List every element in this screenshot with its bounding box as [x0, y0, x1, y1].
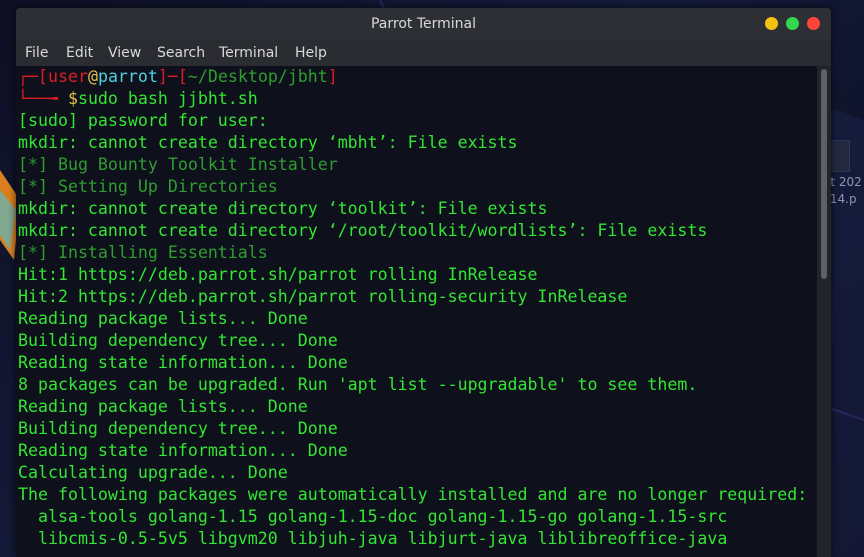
output-line: [*] Installing Essentials	[18, 243, 268, 262]
prompt-user: user	[47, 67, 88, 86]
output-line: [sudo] password for user:	[18, 111, 268, 130]
prompt-line: ┌─[user@parrot]─[~/Desktop/jbht]	[18, 67, 338, 86]
output-line: The following packages were automaticall…	[18, 485, 808, 504]
output-line: mkdir: cannot create directory ‘/root/to…	[18, 221, 708, 240]
terminal-output-area[interactable]: ┌─[user@parrot]─[~/Desktop/jbht] └──╼ $s…	[16, 66, 831, 557]
menu-file[interactable]: File	[25, 40, 48, 66]
menu-terminal[interactable]: Terminal	[219, 40, 278, 66]
menu-search[interactable]: Search	[157, 40, 205, 66]
output-line: Reading package lists... Done	[18, 309, 308, 328]
scrollbar-thumb[interactable]	[821, 69, 827, 279]
command-line: └──╼ $sudo bash jjbht.sh	[18, 89, 258, 108]
output-line: Hit:2 https://deb.parrot.sh/parrot rolli…	[18, 287, 628, 306]
output-line: Calculating upgrade... Done	[18, 463, 288, 482]
menu-help[interactable]: Help	[295, 40, 327, 66]
window-title: Parrot Terminal	[370, 16, 477, 32]
prompt-host: parrot	[97, 67, 158, 86]
output-line: 8 packages can be upgraded. Run 'apt lis…	[18, 375, 698, 394]
menu-bar: File Edit View Search Terminal Help	[16, 40, 831, 66]
maximize-button[interactable]	[786, 17, 799, 30]
output-line: Reading state information... Done	[18, 353, 348, 372]
output-line: [*] Bug Bounty Toolkit Installer	[18, 155, 338, 174]
output-line: Hit:1 https://deb.parrot.sh/parrot rolli…	[18, 265, 538, 284]
output-line: mkdir: cannot create directory ‘toolkit’…	[18, 199, 548, 218]
output-line: Building dependency tree... Done	[18, 331, 338, 350]
prompt-at: @	[87, 67, 98, 86]
output-line: Reading package lists... Done	[18, 397, 308, 416]
title-bar[interactable]: Parrot Terminal	[16, 8, 831, 40]
command-text: sudo bash jjbht.sh	[77, 89, 258, 108]
menu-view[interactable]: View	[108, 40, 141, 66]
output-line: [*] Setting Up Directories	[18, 177, 278, 196]
menu-edit[interactable]: Edit	[66, 40, 93, 66]
output-line: alsa-tools golang-1.15 golang-1.15-doc g…	[18, 507, 728, 526]
output-line: Reading state information... Done	[18, 441, 348, 460]
minimize-button[interactable]	[765, 17, 778, 30]
prompt-path: ~/Desktop/jbht	[187, 67, 328, 86]
output-line: libcmis-0.5-5v5 libgvm20 libjuh-java lib…	[18, 529, 728, 548]
scrollbar[interactable]	[817, 66, 831, 557]
output-line: mkdir: cannot create directory ‘mbht’: F…	[18, 133, 518, 152]
output-line: Building dependency tree... Done	[18, 419, 338, 438]
prompt-symbol: $	[67, 89, 78, 108]
close-button[interactable]	[807, 17, 820, 30]
terminal-window: Parrot Terminal File Edit View Search Te…	[16, 8, 831, 557]
